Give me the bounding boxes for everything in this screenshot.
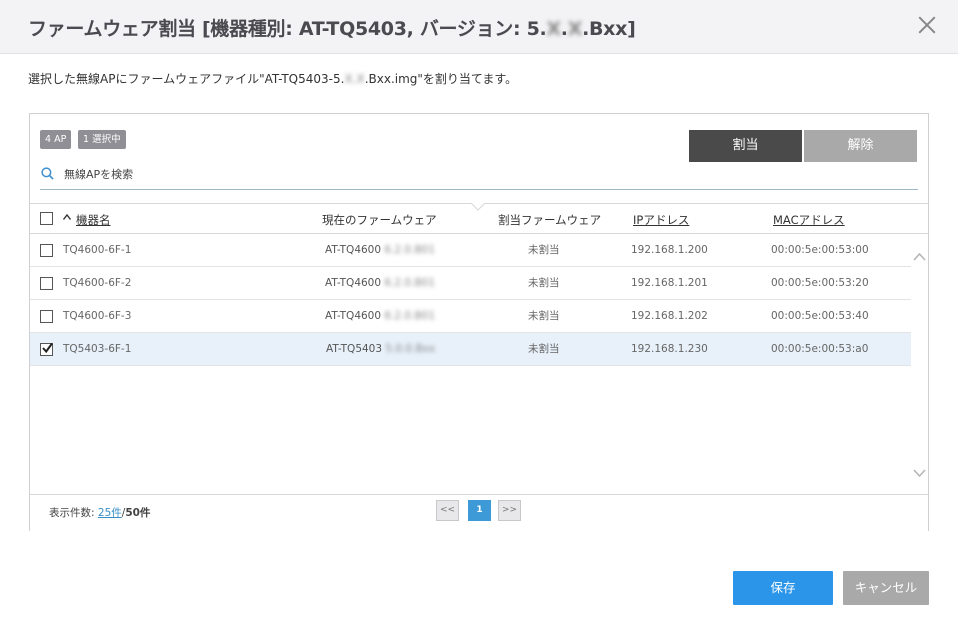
firmware-version-blurred: 6.2.0.B01 xyxy=(384,277,436,289)
scroll-up-chevron-icon[interactable] xyxy=(911,250,928,264)
row-checkbox-checked[interactable] xyxy=(40,342,53,356)
column-header-assigned-firmware: 割当ファームウェア xyxy=(498,213,602,227)
cell-current-firmware: AT-TQ4600 6.2.0.B01 xyxy=(325,277,435,289)
cell-current-firmware: AT-TQ4600 6.2.0.B01 xyxy=(325,244,435,256)
header-notch xyxy=(471,203,485,211)
row-checkbox[interactable] xyxy=(40,244,53,257)
cell-assigned-firmware: 未割当 xyxy=(528,277,560,289)
cell-ip-address: 192.168.1.201 xyxy=(631,277,708,289)
title-dot: . xyxy=(560,18,568,40)
total-count: 50件 xyxy=(125,507,151,519)
instruction-prefix: 選択した無線APにファームウェアファイル"AT-TQ5403-5. xyxy=(28,72,345,86)
page-size-link[interactable]: 25件 xyxy=(98,507,122,519)
checkmark-icon xyxy=(42,342,53,354)
cell-assigned-firmware: 未割当 xyxy=(528,343,560,355)
title-blurred-version-2: X xyxy=(567,18,583,40)
cell-current-firmware: AT-TQ5403 5.0.0.Bxx xyxy=(326,343,435,355)
close-icon[interactable] xyxy=(918,16,936,34)
firmware-model: AT-TQ5403 xyxy=(326,343,383,355)
cell-mac-address: 00:00:5e:00:53:20 xyxy=(771,277,869,289)
cell-device-name: TQ4600-6F-1 xyxy=(63,244,132,256)
table-header: 機器名 現在のファームウェア 割当ファームウェア IPアドレス MACアドレス xyxy=(30,203,928,234)
firmware-model: AT-TQ4600 xyxy=(325,244,382,256)
title-text-suffix: .Bxx] xyxy=(582,18,636,40)
select-all-checkbox[interactable] xyxy=(40,212,53,225)
column-header-name[interactable]: 機器名 xyxy=(76,212,111,228)
instruction-blurred-version: X.X xyxy=(344,72,365,86)
row-checkbox[interactable] xyxy=(40,277,53,290)
row-checkbox[interactable] xyxy=(40,310,53,323)
table-footer: 表示件数: 25件/50件 << 1 >> xyxy=(30,494,928,531)
scroll-down-chevron-icon[interactable] xyxy=(911,466,928,480)
cell-ip-address: 192.168.1.202 xyxy=(631,310,708,322)
column-header-current-firmware: 現在のファームウェア xyxy=(322,213,437,227)
page-1-button[interactable]: 1 xyxy=(468,500,491,521)
firmware-version-blurred: 5.0.0.Bxx xyxy=(385,343,436,355)
release-button[interactable]: 解除 xyxy=(804,130,917,162)
cell-assigned-firmware: 未割当 xyxy=(528,310,560,322)
instruction-text: 選択した無線APにファームウェアファイル"AT-TQ5403-5.X.X.Bxx… xyxy=(28,70,517,87)
instruction-suffix: .Bxx.img"を割り当てます。 xyxy=(364,72,518,86)
firmware-model: AT-TQ4600 xyxy=(325,310,382,322)
cell-ip-address: 192.168.1.230 xyxy=(631,343,708,355)
next-page-button[interactable]: >> xyxy=(498,500,521,521)
firmware-assign-dialog: ファームウェア割当 [機器種別: AT-TQ5403, バージョン: 5.X.X… xyxy=(0,0,958,629)
ap-count-badge: 4 AP xyxy=(40,130,72,149)
display-count: 表示件数: 25件/50件 xyxy=(49,505,150,520)
column-header-ip-address[interactable]: IPアドレス xyxy=(633,212,689,228)
cell-mac-address: 00:00:5e:00:53:00 xyxy=(771,244,869,256)
firmware-version-blurred: 6.2.0.B01 xyxy=(384,310,436,322)
cell-device-name: TQ5403-6F-1 xyxy=(63,343,132,355)
title-text-prefix: ファームウェア割当 [機器種別: AT-TQ5403, バージョン: 5. xyxy=(28,18,547,40)
search-icon xyxy=(41,167,54,180)
ap-list-panel: 4 AP 1 選択中 割当 解除 機器名 現在のファームウェア 割当ファームウェ… xyxy=(29,113,929,531)
sort-ascending-icon[interactable] xyxy=(63,214,71,220)
table-row[interactable]: TQ4600-6F-1 AT-TQ4600 6.2.0.B01 未割当 192.… xyxy=(30,234,911,267)
cell-device-name: TQ4600-6F-3 xyxy=(63,310,132,322)
cell-current-firmware: AT-TQ4600 6.2.0.B01 xyxy=(325,310,435,322)
column-header-mac-address[interactable]: MACアドレス xyxy=(773,212,845,228)
cancel-button[interactable]: キャンセル xyxy=(843,571,929,605)
table-row[interactable]: TQ4600-6F-2 AT-TQ4600 6.2.0.B01 未割当 192.… xyxy=(30,267,911,300)
cell-mac-address: 00:00:5e:00:53:40 xyxy=(771,310,869,322)
save-button[interactable]: 保存 xyxy=(733,571,833,605)
cell-assigned-firmware: 未割当 xyxy=(528,244,560,256)
firmware-model: AT-TQ4600 xyxy=(325,277,382,289)
display-count-label: 表示件数: xyxy=(49,507,98,519)
assign-button[interactable]: 割当 xyxy=(689,130,802,162)
table-row[interactable]: TQ4600-6F-3 AT-TQ4600 6.2.0.B01 未割当 192.… xyxy=(30,300,911,333)
search-bar xyxy=(40,164,918,190)
dialog-header: ファームウェア割当 [機器種別: AT-TQ5403, バージョン: 5.X.X… xyxy=(0,0,958,54)
cell-mac-address: 00:00:5e:00:53:a0 xyxy=(771,343,869,355)
title-blurred-version-1: X xyxy=(546,18,561,40)
prev-page-button[interactable]: << xyxy=(436,500,459,521)
table-row-selected[interactable]: TQ5403-6F-1 AT-TQ5403 5.0.0.Bxx 未割当 192.… xyxy=(30,333,911,366)
cell-ip-address: 192.168.1.200 xyxy=(631,244,708,256)
search-input[interactable] xyxy=(64,164,904,184)
firmware-version-blurred: 6.2.0.B01 xyxy=(384,244,436,256)
selected-count-badge: 1 選択中 xyxy=(78,130,126,149)
cell-device-name: TQ4600-6F-2 xyxy=(63,277,132,289)
dialog-title: ファームウェア割当 [機器種別: AT-TQ5403, バージョン: 5.X.X… xyxy=(28,14,636,41)
